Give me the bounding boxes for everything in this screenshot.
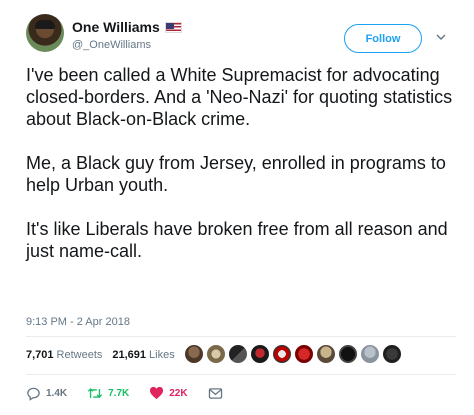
likes-count: 21,691 xyxy=(112,349,147,361)
liker-avatar[interactable] xyxy=(382,344,402,364)
like-action[interactable]: 22K xyxy=(149,386,188,400)
display-name[interactable]: One Williams xyxy=(72,19,160,35)
retweet-count: 7.7K xyxy=(108,387,130,399)
liker-avatar[interactable] xyxy=(228,344,248,364)
retweets-label: Retweets xyxy=(56,349,103,361)
retweet-icon xyxy=(87,387,103,398)
like-count: 22K xyxy=(169,387,188,399)
tweet-text: I've been called a White Supremacist for… xyxy=(26,64,456,262)
tweet-stats: 7,701 Retweets 21,691 Likes xyxy=(26,349,175,361)
tweet-paragraph: It's like Liberals have broken free from… xyxy=(26,219,448,261)
liker-avatar[interactable] xyxy=(338,344,358,364)
liker-avatar[interactable] xyxy=(360,344,380,364)
tweet-paragraph: I've been called a White Supremacist for… xyxy=(26,65,453,129)
likes-label: Likes xyxy=(149,349,175,361)
liker-avatar[interactable] xyxy=(250,344,270,364)
retweets-stat[interactable]: 7,701 Retweets xyxy=(26,349,102,361)
liker-avatar[interactable] xyxy=(316,344,336,364)
likes-stat[interactable]: 21,691 Likes xyxy=(112,349,174,361)
direct-message-action[interactable] xyxy=(208,387,223,400)
liker-avatars xyxy=(184,344,402,364)
user-name-row: One Williams xyxy=(72,19,182,35)
tweet-paragraph: Me, a Black guy from Jersey, enrolled in… xyxy=(26,153,446,195)
envelope-icon xyxy=(208,387,222,399)
us-flag-icon xyxy=(164,21,182,33)
tweet-timestamp[interactable]: 9:13 PM - 2 Apr 2018 xyxy=(26,316,130,328)
retweets-count: 7,701 xyxy=(26,349,54,361)
reply-action[interactable]: 1.4K xyxy=(26,386,67,401)
tweet-actions: 1.4K 7.7K 22K xyxy=(26,384,243,402)
divider xyxy=(26,336,456,337)
reply-count: 1.4K xyxy=(46,387,68,399)
user-handle[interactable]: @_OneWilliams xyxy=(72,39,151,51)
liker-avatar[interactable] xyxy=(272,344,292,364)
heart-icon xyxy=(150,386,164,400)
liker-avatar[interactable] xyxy=(206,344,226,364)
chevron-down-icon[interactable] xyxy=(436,32,446,42)
divider xyxy=(26,374,456,375)
liker-avatar[interactable] xyxy=(294,344,314,364)
retweet-action[interactable]: 7.7K xyxy=(87,386,129,401)
avatar[interactable] xyxy=(26,14,64,52)
tweet-card: One Williams @_OneWilliams Follow I've b… xyxy=(0,0,474,415)
reply-icon xyxy=(27,387,40,401)
liker-avatar[interactable] xyxy=(184,344,204,364)
follow-button[interactable]: Follow xyxy=(344,24,422,53)
